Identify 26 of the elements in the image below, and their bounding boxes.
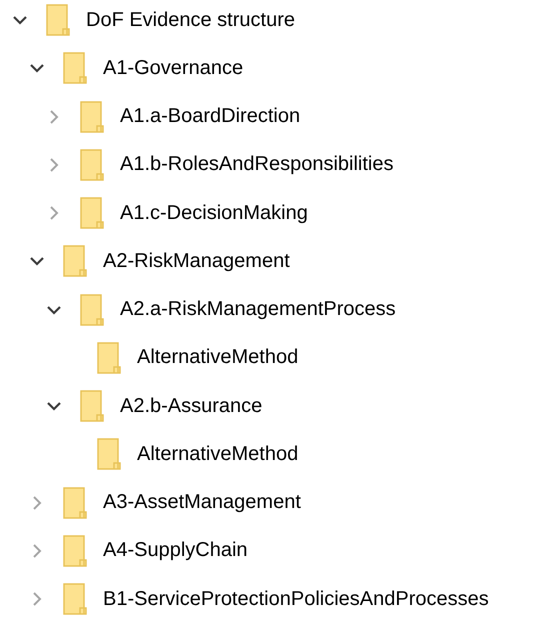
- folder-name[interactable]: A1-Governance: [103, 56, 244, 80]
- folder-icon: [46, 4, 70, 36]
- folder-name[interactable]: A1.b-RolesAndResponsibilities: [120, 153, 394, 176]
- folder-name[interactable]: A1.c-DecisionMaking: [120, 202, 308, 225]
- folder-icon: [97, 342, 121, 374]
- folder-name[interactable]: A2.b-Assurance: [120, 394, 262, 418]
- folder-icon: [80, 390, 104, 422]
- folder-name[interactable]: A4-SupplyChain: [103, 539, 248, 562]
- folder-name[interactable]: A3-AssetManagement: [103, 491, 301, 514]
- folder-name[interactable]: A2-RiskManagement: [103, 250, 290, 273]
- folder-name[interactable]: DoF Evidence structure: [86, 8, 295, 32]
- folder-name[interactable]: B1-ServiceProtectionPoliciesAndProcesses: [103, 588, 489, 611]
- folder-name[interactable]: AlternativeMethod: [137, 346, 298, 370]
- folder-icon: [80, 148, 104, 181]
- folder-icon: [63, 245, 87, 278]
- folder-icon: [80, 100, 104, 133]
- folder-icon: [63, 486, 87, 519]
- folder-name[interactable]: A2.a-RiskManagementProcess: [120, 298, 396, 322]
- folder-icon: [80, 294, 104, 326]
- folder-icon: [63, 534, 87, 567]
- folder-icon: [63, 583, 87, 616]
- folder-icon: [80, 197, 104, 230]
- folder-name[interactable]: A1.a-BoardDirection: [120, 105, 300, 128]
- folder-name[interactable]: AlternativeMethod: [137, 442, 298, 466]
- folder-icon: [97, 438, 121, 470]
- folder-icon: [63, 52, 87, 84]
